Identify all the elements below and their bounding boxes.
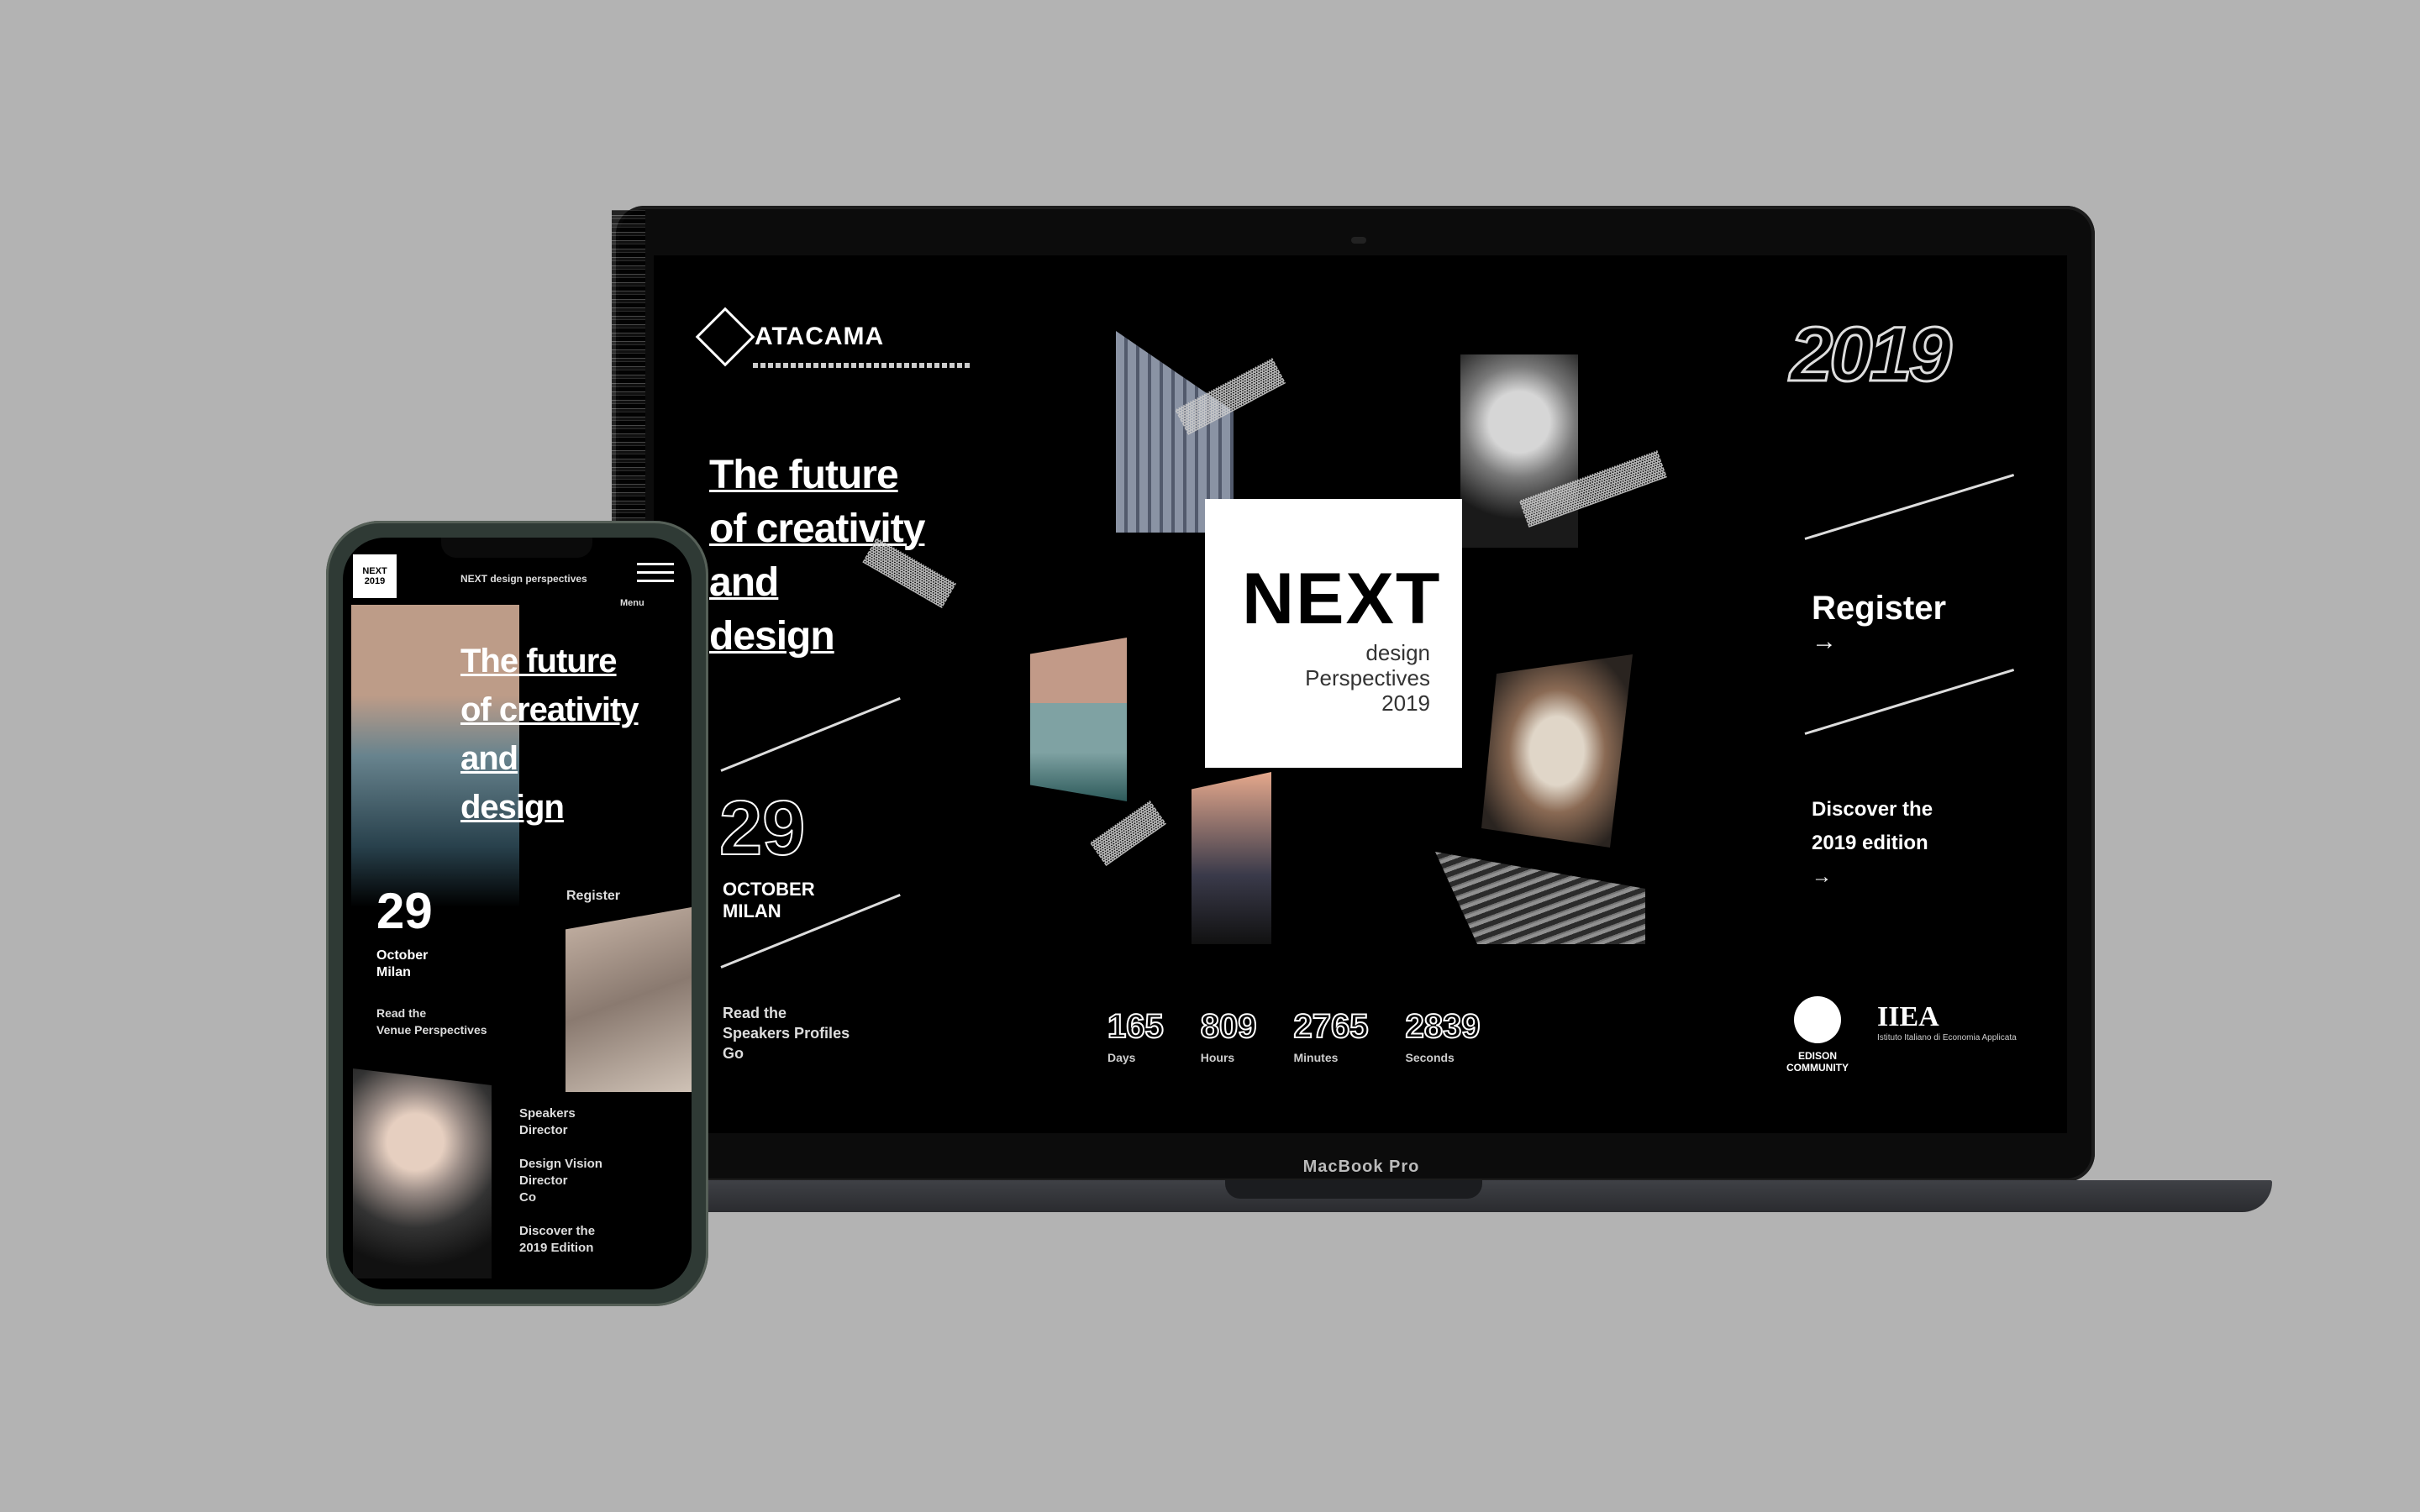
register-link[interactable]: Register → [1812, 590, 1946, 656]
logo-tagline [753, 363, 971, 368]
partner-logo-iiea[interactable]: IIEA Istituto Italiano di Economia Appli… [1877, 1001, 2017, 1042]
countdown-label: Seconds [1405, 1051, 1455, 1064]
arrow-right-icon: → [1812, 627, 1837, 655]
event-day: 29 [718, 785, 806, 872]
next-subtitle-line: Perspectives [1305, 665, 1430, 690]
speaker-portrait [353, 1068, 492, 1278]
mobile-logo[interactable]: NEXT 2019 [353, 554, 397, 598]
mobile-speakers-list[interactable]: Speakers Director Design Vision Director… [519, 1105, 602, 1257]
agenda-line: Read the [376, 1006, 427, 1020]
agenda-line: Venue Perspectives [376, 1023, 487, 1037]
countdown-minutes: 2765 Minutes [1293, 1007, 1370, 1064]
countdown-label: Hours [1200, 1051, 1235, 1064]
divider-slash [1804, 474, 2015, 540]
countdown-seconds: 2839 Seconds [1404, 1007, 1481, 1064]
discover-line: 2019 edition [1812, 832, 1928, 854]
countdown-hours: 809 Hours [1200, 1007, 1258, 1064]
speaker-line: Speakers [519, 1106, 576, 1121]
speaker-photo [1460, 354, 1578, 548]
speaker-line: Director [519, 1123, 568, 1137]
divider-slash [1804, 669, 2015, 735]
register-label: Register [1812, 590, 1947, 627]
mobile-event-day: 29 [376, 883, 433, 939]
countdown-label: Days [1107, 1051, 1136, 1064]
menu-label[interactable]: Menu [620, 598, 644, 608]
mobile-register-link[interactable]: Register [566, 889, 620, 904]
speakers-link[interactable]: Read the Speakers Profiles Go [723, 1003, 850, 1063]
edition-year: 2019 [1789, 311, 1954, 399]
countdown-value: 165 [1107, 1007, 1165, 1046]
mobile-agenda-link[interactable]: Read the Venue Perspectives [376, 1005, 487, 1038]
headline-line: design [709, 614, 835, 659]
mobile-site-title: NEXT design perspectives [460, 573, 587, 585]
speaker-line: Discover the [519, 1224, 596, 1238]
event-month: OCTOBER [723, 879, 815, 900]
countdown-value: 2765 [1293, 1007, 1370, 1046]
countdown-value: 809 [1200, 1007, 1258, 1046]
discover-link[interactable]: Discover the 2019 edition → [1812, 793, 1933, 894]
speakers-link-line: Speakers Profiles [723, 1025, 850, 1042]
logo-mark-icon [695, 307, 755, 367]
laptop-hinge-notch [1225, 1180, 1482, 1199]
speaker-line: Co [519, 1190, 536, 1205]
face-photo [1192, 772, 1271, 944]
countdown: 165 Days 809 Hours 2765 Minutes 2839 Sec… [1107, 1007, 1481, 1064]
circle-logo-icon [1794, 996, 1841, 1043]
crowd-photo [1435, 852, 1645, 944]
countdown-days: 165 Days [1107, 1007, 1165, 1064]
logo-text: ATACAMA [755, 323, 885, 350]
event-city: Milan [376, 965, 411, 979]
discover-line: Discover the [1812, 798, 1933, 821]
countdown-value: 2839 [1404, 1007, 1481, 1046]
laptop-brand-label: MacBook Pro [1302, 1158, 1420, 1176]
speakers-link-line: Go [723, 1045, 744, 1062]
speaker-line: Director [519, 1173, 568, 1188]
hamburger-menu-icon[interactable] [637, 563, 674, 588]
next-title: NEXT [1242, 559, 1442, 639]
laptop-camera [1351, 237, 1366, 244]
mobile-hero-headline: The future of creativity and design [460, 637, 639, 832]
next-logo-box[interactable]: NEXT design Perspectives 2019 [1205, 499, 1462, 768]
speaker-line: 2019 Edition [519, 1241, 594, 1255]
event-city: MILAN [723, 900, 781, 921]
phone-notch [441, 538, 592, 558]
speakers-link-line: Read the [723, 1005, 787, 1021]
headline-line: and [460, 740, 518, 777]
speaker-line: Design Vision [519, 1157, 602, 1171]
countdown-label: Minutes [1293, 1051, 1339, 1064]
partner-subtitle: Istituto Italiano di Economia Applicata [1877, 1033, 2017, 1042]
pool-photo [1030, 638, 1127, 801]
next-subtitle: design Perspectives 2019 [1305, 640, 1430, 716]
site-logo[interactable]: ATACAMA [695, 307, 885, 367]
arrow-right-icon: → [1812, 865, 1832, 888]
next-subtitle-line: design [1365, 640, 1430, 665]
venue-photo [566, 907, 692, 1092]
partner-logo-edison[interactable]: EDISON COMMUNITY [1780, 996, 1855, 1074]
headline-line: of creativity [460, 691, 639, 728]
event-month: October [376, 948, 429, 963]
laptop-screen: ATACAMA The future of creativity and des… [654, 255, 2067, 1133]
next-subtitle-line: 2019 [1381, 690, 1430, 716]
divider-slash [720, 696, 901, 772]
headline-line: The future [460, 643, 618, 680]
partner-name: EDISON COMMUNITY [1786, 1050, 1849, 1074]
phone-screen: NEXT 2019 NEXT design perspectives Menu … [343, 538, 692, 1289]
event-date-text: OCTOBER MILAN [723, 879, 815, 922]
headline-line: design [460, 789, 565, 826]
sculpture-photo [1481, 654, 1633, 848]
headline-line: The future [709, 453, 899, 497]
mobile-event-date-text: October Milan [376, 948, 428, 981]
partner-name: IIEA [1877, 1001, 1939, 1032]
speaker-line [519, 1206, 602, 1223]
speaker-line [519, 1139, 602, 1156]
glitch-text: ▓▓▓▓ [1089, 799, 1165, 865]
